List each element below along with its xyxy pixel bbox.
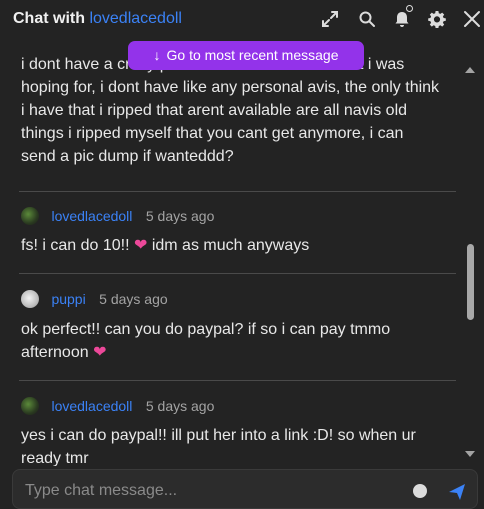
close-icon[interactable] <box>463 10 481 28</box>
message-text-part: ok perfect!! can you do paypal? if so i … <box>21 321 391 361</box>
avatar[interactable] <box>21 397 39 415</box>
message-divider <box>19 380 456 381</box>
message-divider <box>19 191 456 192</box>
expand-icon[interactable] <box>321 10 339 28</box>
message-timestamp: 5 days ago <box>145 208 215 224</box>
gear-icon[interactable] <box>428 10 446 28</box>
chat-title-username[interactable]: lovedlacedoll <box>89 10 182 27</box>
heart-emoji: ❤ <box>133 237 148 254</box>
chat-title: Chat with lovedlacedoll <box>13 10 182 28</box>
message-header: lovedlacedoll 5 days ago <box>21 397 214 417</box>
arrow-down-icon: ↓ <box>153 47 161 63</box>
notification-indicator <box>406 5 413 12</box>
message-text-part: fs! i can do 10!! <box>21 237 130 254</box>
message-header: lovedlacedoll 5 days ago <box>21 207 214 227</box>
message-divider <box>19 273 456 274</box>
go-to-recent-label: Go to most recent message <box>166 47 339 63</box>
avatar[interactable] <box>21 207 39 225</box>
scroll-up-arrow-icon[interactable] <box>465 67 475 73</box>
scroll-down-arrow-icon[interactable] <box>465 451 475 457</box>
heart-emoji: ❤ <box>93 344 107 361</box>
go-to-recent-button[interactable]: ↓ Go to most recent message <box>128 41 364 70</box>
emoji-icon[interactable] <box>413 484 427 498</box>
message-author[interactable]: puppi <box>51 291 85 307</box>
message-text: i dont have a crazy price but 5-10 dolla… <box>21 56 440 165</box>
message-timestamp: 5 days ago <box>145 398 215 414</box>
avatar[interactable] <box>21 290 39 308</box>
message-text-part: idm as much anyways <box>151 237 310 254</box>
bell-icon[interactable] <box>393 10 411 28</box>
message-composer <box>12 469 478 509</box>
message-text: ok perfect!! can you do paypal? if so i … <box>21 318 441 364</box>
chat-title-prefix: Chat with <box>13 10 85 27</box>
send-icon[interactable] <box>447 482 467 502</box>
search-icon[interactable] <box>358 10 376 28</box>
message-text: fs! i can do 10!! ❤ idm as much anyways <box>21 234 441 257</box>
message-header: puppi 5 days ago <box>21 290 168 310</box>
message-text: yes i can do paypal!! ill put her into a… <box>21 427 416 466</box>
message-timestamp: 5 days ago <box>99 291 168 307</box>
chat-message-input[interactable] <box>23 478 387 504</box>
message-author[interactable]: lovedlacedoll <box>51 208 132 224</box>
message-list[interactable]: i dont have a crazy price but 5-10 dolla… <box>0 56 462 466</box>
message-author[interactable]: lovedlacedoll <box>51 398 132 414</box>
scrollbar-thumb[interactable] <box>467 244 474 320</box>
chat-header: Chat with lovedlacedoll <box>0 0 484 38</box>
